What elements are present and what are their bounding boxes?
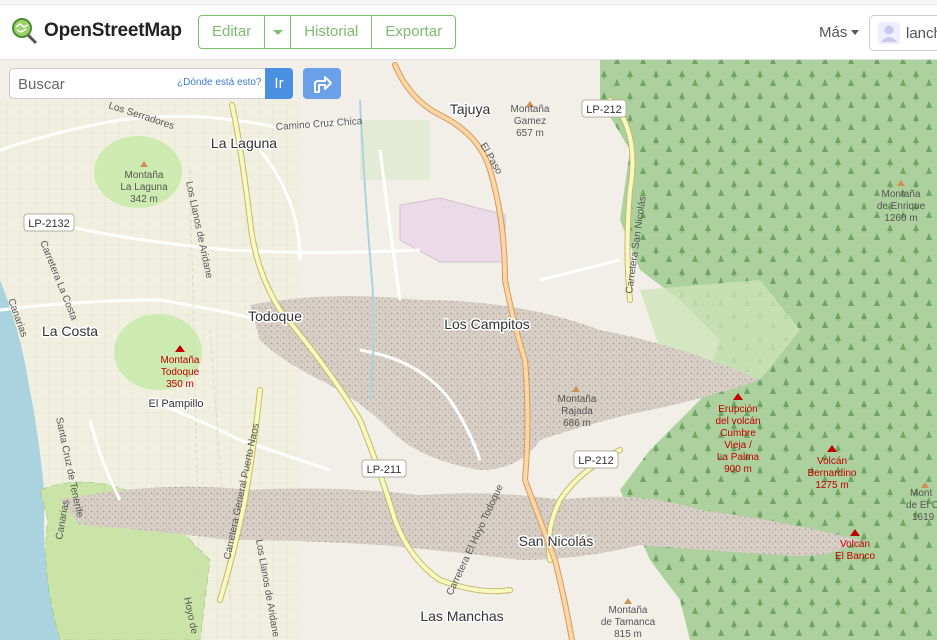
avatar-icon [878,22,900,44]
peak-label: Volcán El Banco [835,539,875,562]
map-svg: LP-212 LP-2132 LP-211 LP-212 Camino Cruz… [0,60,937,640]
site-title: OpenStreetMap [44,20,182,41]
top-navbar: OpenStreetMap Editar Historial Exportar … [0,0,937,60]
map-canvas[interactable]: LP-212 LP-2132 LP-211 LP-212 Camino Cruz… [0,60,937,640]
place-label: San Nicolás [519,533,594,549]
road-label: LP-211 [367,464,402,476]
peak-erupcion: Erupción del volcán Cumbre Vieja / La Palma 9… [715,393,761,475]
road-label: LP-212 [586,104,621,116]
user-menu[interactable]: lanch [869,15,937,51]
directions-button[interactable] [303,68,341,99]
caret-down-icon [272,29,283,35]
place-label: Las Manchas [420,608,503,624]
road-shield-lp2132: LP-2132 [23,213,75,232]
place-label: La Laguna [211,135,277,151]
place-label: La Costa [42,323,98,339]
edit-button[interactable]: Editar [199,16,266,48]
more-label: Más [819,24,848,41]
road-shield-lp211: LP-211 [361,459,407,478]
username: lanch [906,24,937,42]
edit-dropdown-toggle[interactable] [265,16,292,48]
place-label: Los Campitos [444,316,530,332]
more-menu[interactable]: Más [819,24,860,41]
place-label: El Pampillo [148,398,203,410]
search-box: ¿Dónde está esto? Ir [9,68,293,100]
road-label: LP-2132 [28,218,70,230]
place-label: Todoque [248,308,302,324]
search-go-button[interactable]: Ir [265,68,293,99]
where-is-this-link[interactable]: ¿Dónde está esto? [177,77,262,88]
place-label: Tajuya [450,101,491,117]
directions-icon [314,75,332,93]
edit-button-group: Editar Historial Exportar [198,15,457,49]
green-patch [360,120,430,180]
osm-logo-icon [12,18,38,45]
road-shield-lp212-north: LP-212 [581,99,627,118]
logo[interactable]: OpenStreetMap [10,17,182,45]
export-button[interactable]: Exportar [372,16,455,48]
road-label: LP-212 [578,455,613,467]
caret-down-icon [851,30,860,35]
history-button[interactable]: Historial [291,16,373,48]
road-shield-lp212-south: LP-212 [573,450,619,469]
